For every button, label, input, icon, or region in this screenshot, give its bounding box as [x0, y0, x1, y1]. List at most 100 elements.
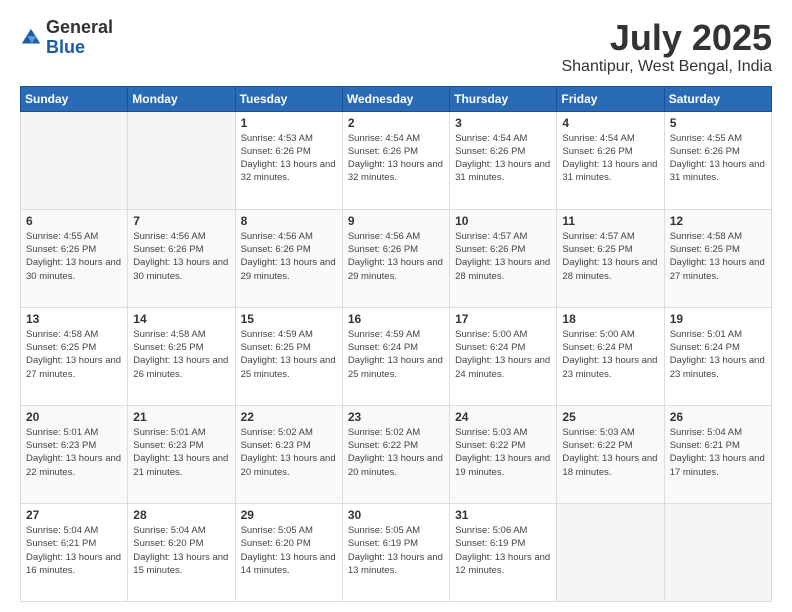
location: Shantipur, West Bengal, India — [561, 58, 772, 76]
day-number: 20 — [26, 410, 122, 424]
day-number: 21 — [133, 410, 229, 424]
logo: General Blue — [20, 18, 113, 58]
calendar-cell: 20Sunrise: 5:01 AMSunset: 6:23 PMDayligh… — [21, 405, 128, 503]
day-number: 10 — [455, 214, 551, 228]
day-detail: Sunrise: 5:01 AMSunset: 6:24 PMDaylight:… — [670, 328, 766, 381]
calendar-cell: 31 Sunrise: 5:06 AMSunset: 6:19 PMDayligh… — [450, 503, 557, 601]
calendar-table: Sunday Monday Tuesday Wednesday Thursday… — [20, 86, 772, 602]
calendar-cell — [21, 111, 128, 209]
day-detail: Sunrise: 4:58 AMSunset: 6:25 PMDaylight:… — [26, 328, 122, 381]
calendar-cell — [664, 503, 771, 601]
calendar-cell: 11Sunrise: 4:57 AMSunset: 6:25 PMDayligh… — [557, 209, 664, 307]
calendar-cell: 24 Sunrise: 5:03 AMSunset: 6:22 PMDayligh… — [450, 405, 557, 503]
calendar-cell: 30Sunrise: 5:05 AMSunset: 6:19 PMDayligh… — [342, 503, 449, 601]
logo-text: General Blue — [46, 18, 113, 58]
calendar-cell — [128, 111, 235, 209]
day-number: 28 — [133, 508, 229, 522]
day-detail: Sunrise: 4:54 AMSunset: 6:26 PMDaylight:… — [348, 132, 444, 185]
calendar-cell: 1 Sunrise: 4:53 AMSunset: 6:26 PMDaylight… — [235, 111, 342, 209]
calendar-week-4: 20Sunrise: 5:01 AMSunset: 6:23 PMDayligh… — [21, 405, 772, 503]
day-number: 1 — [241, 116, 337, 130]
calendar-cell: 16 Sunrise: 4:59 AMSunset: 6:24 PMDayligh… — [342, 307, 449, 405]
calendar-cell: 7Sunrise: 4:56 AMSunset: 6:26 PMDaylight… — [128, 209, 235, 307]
day-detail: Sunrise: 5:04 AMSunset: 6:21 PMDaylight:… — [26, 524, 122, 577]
day-detail: Sunrise: 4:55 AMSunset: 6:26 PMDaylight:… — [670, 132, 766, 185]
calendar-cell — [557, 503, 664, 601]
calendar-cell: 22Sunrise: 5:02 AMSunset: 6:23 PMDayligh… — [235, 405, 342, 503]
day-detail: Sunrise: 4:57 AMSunset: 6:26 PMDaylight:… — [455, 230, 551, 283]
day-detail: Sunrise: 4:58 AMSunset: 6:25 PMDaylight:… — [133, 328, 229, 381]
day-detail: Sunrise: 5:04 AMSunset: 6:20 PMDaylight:… — [133, 524, 229, 577]
day-detail: Sunrise: 5:02 AMSunset: 6:22 PMDaylight:… — [348, 426, 444, 479]
col-thursday: Thursday — [450, 86, 557, 111]
day-number: 15 — [241, 312, 337, 326]
calendar-cell: 18 Sunrise: 5:00 AMSunset: 6:24 PMDayligh… — [557, 307, 664, 405]
day-detail: Sunrise: 4:56 AMSunset: 6:26 PMDaylight:… — [348, 230, 444, 283]
calendar-week-1: 1 Sunrise: 4:53 AMSunset: 6:26 PMDaylight… — [21, 111, 772, 209]
calendar-cell: 19 Sunrise: 5:01 AMSunset: 6:24 PMDayligh… — [664, 307, 771, 405]
calendar-week-3: 13 Sunrise: 4:58 AMSunset: 6:25 PMDayligh… — [21, 307, 772, 405]
calendar-cell: 13 Sunrise: 4:58 AMSunset: 6:25 PMDayligh… — [21, 307, 128, 405]
day-number: 5 — [670, 116, 766, 130]
calendar-cell: 17Sunrise: 5:00 AMSunset: 6:24 PMDayligh… — [450, 307, 557, 405]
col-tuesday: Tuesday — [235, 86, 342, 111]
title-block: July 2025 Shantipur, West Bengal, India — [561, 18, 772, 76]
calendar-cell: 21Sunrise: 5:01 AMSunset: 6:23 PMDayligh… — [128, 405, 235, 503]
day-number: 4 — [562, 116, 658, 130]
col-monday: Monday — [128, 86, 235, 111]
day-number: 29 — [241, 508, 337, 522]
calendar-cell: 9Sunrise: 4:56 AMSunset: 6:26 PMDaylight… — [342, 209, 449, 307]
day-number: 27 — [26, 508, 122, 522]
day-number: 23 — [348, 410, 444, 424]
calendar-cell: 10 Sunrise: 4:57 AMSunset: 6:26 PMDayligh… — [450, 209, 557, 307]
col-sunday: Sunday — [21, 86, 128, 111]
day-number: 19 — [670, 312, 766, 326]
day-detail: Sunrise: 4:56 AMSunset: 6:26 PMDaylight:… — [241, 230, 337, 283]
day-number: 26 — [670, 410, 766, 424]
logo-general: General — [46, 17, 113, 37]
day-number: 7 — [133, 214, 229, 228]
day-detail: Sunrise: 5:00 AMSunset: 6:24 PMDaylight:… — [562, 328, 658, 381]
calendar-cell: 25Sunrise: 5:03 AMSunset: 6:22 PMDayligh… — [557, 405, 664, 503]
col-wednesday: Wednesday — [342, 86, 449, 111]
day-number: 11 — [562, 214, 658, 228]
day-number: 2 — [348, 116, 444, 130]
calendar-week-5: 27 Sunrise: 5:04 AMSunset: 6:21 PMDayligh… — [21, 503, 772, 601]
calendar-week-2: 6Sunrise: 4:55 AMSunset: 6:26 PMDaylight… — [21, 209, 772, 307]
col-friday: Friday — [557, 86, 664, 111]
logo-blue: Blue — [46, 37, 85, 57]
calendar-cell: 2 Sunrise: 4:54 AMSunset: 6:26 PMDaylight… — [342, 111, 449, 209]
calendar-cell: 3Sunrise: 4:54 AMSunset: 6:26 PMDaylight… — [450, 111, 557, 209]
day-detail: Sunrise: 4:58 AMSunset: 6:25 PMDaylight:… — [670, 230, 766, 283]
day-detail: Sunrise: 5:03 AMSunset: 6:22 PMDaylight:… — [562, 426, 658, 479]
day-detail: Sunrise: 4:54 AMSunset: 6:26 PMDaylight:… — [562, 132, 658, 185]
day-number: 22 — [241, 410, 337, 424]
day-number: 13 — [26, 312, 122, 326]
day-number: 12 — [670, 214, 766, 228]
calendar-cell: 6Sunrise: 4:55 AMSunset: 6:26 PMDaylight… — [21, 209, 128, 307]
day-detail: Sunrise: 4:55 AMSunset: 6:26 PMDaylight:… — [26, 230, 122, 283]
day-detail: Sunrise: 5:05 AMSunset: 6:20 PMDaylight:… — [241, 524, 337, 577]
day-number: 31 — [455, 508, 551, 522]
calendar-cell: 8 Sunrise: 4:56 AMSunset: 6:26 PMDaylight… — [235, 209, 342, 307]
day-number: 16 — [348, 312, 444, 326]
calendar-cell: 12 Sunrise: 4:58 AMSunset: 6:25 PMDayligh… — [664, 209, 771, 307]
day-detail: Sunrise: 5:03 AMSunset: 6:22 PMDaylight:… — [455, 426, 551, 479]
day-detail: Sunrise: 5:06 AMSunset: 6:19 PMDaylight:… — [455, 524, 551, 577]
day-number: 24 — [455, 410, 551, 424]
logo-icon — [20, 27, 42, 49]
day-detail: Sunrise: 4:59 AMSunset: 6:25 PMDaylight:… — [241, 328, 337, 381]
day-number: 18 — [562, 312, 658, 326]
day-number: 17 — [455, 312, 551, 326]
month-year: July 2025 — [561, 18, 772, 58]
calendar-cell: 14Sunrise: 4:58 AMSunset: 6:25 PMDayligh… — [128, 307, 235, 405]
day-detail: Sunrise: 4:59 AMSunset: 6:24 PMDaylight:… — [348, 328, 444, 381]
day-number: 8 — [241, 214, 337, 228]
calendar-cell: 28 Sunrise: 5:04 AMSunset: 6:20 PMDayligh… — [128, 503, 235, 601]
calendar-cell: 26Sunrise: 5:04 AMSunset: 6:21 PMDayligh… — [664, 405, 771, 503]
col-saturday: Saturday — [664, 86, 771, 111]
calendar-cell: 29 Sunrise: 5:05 AMSunset: 6:20 PMDayligh… — [235, 503, 342, 601]
calendar-cell: 15 Sunrise: 4:59 AMSunset: 6:25 PMDayligh… — [235, 307, 342, 405]
day-number: 30 — [348, 508, 444, 522]
day-detail: Sunrise: 4:53 AMSunset: 6:26 PMDaylight:… — [241, 132, 337, 185]
